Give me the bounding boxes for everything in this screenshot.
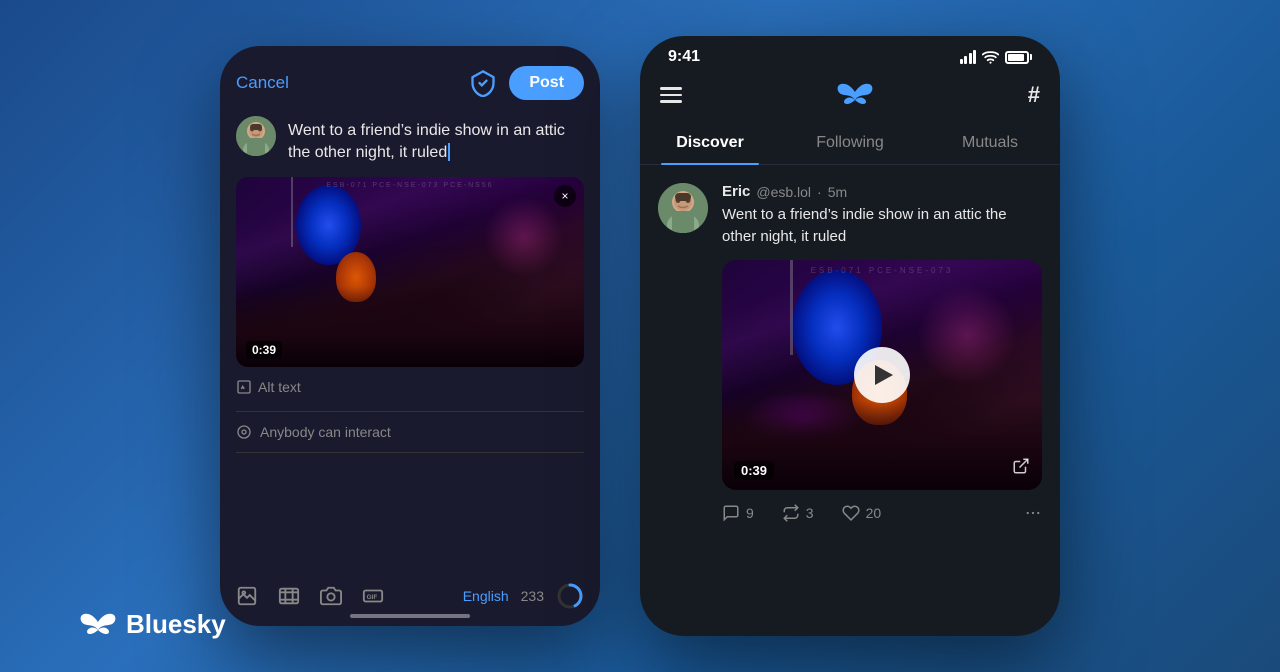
feed-tabs: Discover Following Mutuals bbox=[640, 122, 1060, 165]
close-media-button[interactable]: × bbox=[554, 185, 576, 207]
tweet-meta: Eric @esb.lol · 5m bbox=[722, 183, 1042, 200]
post-button[interactable]: Post bbox=[509, 66, 584, 100]
alt-text-label[interactable]: Alt text bbox=[258, 379, 301, 395]
more-options-button[interactable] bbox=[1024, 504, 1042, 522]
status-bar: 9:41 bbox=[640, 36, 1060, 72]
compose-text-content[interactable]: Went to a friend’s indie show in an atti… bbox=[288, 116, 584, 165]
comment-icon bbox=[722, 504, 740, 522]
tweet-actions: 9 3 2 bbox=[722, 492, 1042, 526]
tab-discover[interactable]: Discover bbox=[640, 122, 780, 164]
language-button[interactable]: English bbox=[463, 588, 509, 604]
menu-button[interactable] bbox=[660, 87, 682, 103]
comment-action[interactable]: 9 bbox=[722, 504, 754, 522]
comment-count: 9 bbox=[746, 505, 754, 521]
progress-ring bbox=[556, 582, 584, 610]
status-time: 9:41 bbox=[668, 48, 700, 66]
repost-action[interactable]: 3 bbox=[782, 504, 814, 522]
home-indicator bbox=[350, 614, 470, 618]
author-avatar bbox=[236, 116, 276, 156]
explore-button[interactable]: # bbox=[1028, 82, 1040, 108]
feed-phone: 9:41 bbox=[640, 36, 1060, 636]
svg-text:GIF: GIF bbox=[367, 594, 378, 601]
battery-icon bbox=[1005, 51, 1032, 64]
alt-text-icon bbox=[236, 379, 252, 395]
bluesky-logo bbox=[837, 80, 873, 110]
tweet-author-handle: @esb.lol bbox=[756, 184, 811, 200]
interact-label[interactable]: Anybody can interact bbox=[260, 424, 391, 440]
tweet-card: Eric @esb.lol · 5m Went to a friend’s in… bbox=[640, 169, 1060, 540]
tweet-video[interactable]: ESB-071 PCE-NSE-073 0:39 bbox=[722, 260, 1042, 490]
interact-icon bbox=[236, 424, 252, 440]
tweet-author-avatar[interactable] bbox=[658, 183, 708, 233]
like-icon bbox=[842, 504, 860, 522]
wifi-icon bbox=[982, 50, 999, 64]
media-toolbar-icons: GIF bbox=[236, 585, 384, 607]
tweet-text: Went to a friend’s indie show in an atti… bbox=[722, 204, 1042, 248]
toolbar-right: English 233 bbox=[463, 582, 584, 610]
tweet-content: Eric @esb.lol · 5m Went to a friend’s in… bbox=[722, 183, 1042, 526]
char-count: 233 bbox=[521, 588, 544, 604]
bluesky-brand: Bluesky bbox=[80, 609, 226, 640]
header-icons: Post bbox=[469, 66, 584, 100]
tweet-time: 5m bbox=[828, 184, 847, 200]
tweet-dot: · bbox=[817, 184, 822, 200]
compose-toolbar: GIF English 233 bbox=[236, 570, 584, 610]
repost-count: 3 bbox=[806, 505, 814, 521]
signal-icon bbox=[960, 50, 977, 64]
tab-mutuals[interactable]: Mutuals bbox=[920, 122, 1060, 164]
more-icon bbox=[1024, 504, 1042, 522]
media-preview: ESB-071 PCE-NSE-073 PCE-NS56 0:39 × bbox=[236, 177, 584, 367]
image-toolbar-icon[interactable] bbox=[236, 585, 258, 607]
share-video-icon[interactable] bbox=[1012, 457, 1030, 480]
video-timestamp-right: 0:39 bbox=[734, 461, 774, 480]
shield-icon[interactable] bbox=[469, 69, 497, 97]
like-action[interactable]: 20 bbox=[842, 504, 882, 522]
compose-phone: Cancel Post bbox=[220, 46, 600, 626]
brand-butterfly-icon bbox=[80, 610, 116, 640]
like-count: 20 bbox=[866, 505, 882, 521]
tweet-author-name: Eric bbox=[722, 183, 750, 200]
tab-following[interactable]: Following bbox=[780, 122, 920, 164]
video-timestamp-left: 0:39 bbox=[246, 341, 282, 359]
alt-text-row: Alt text bbox=[236, 379, 584, 395]
gif-toolbar-icon[interactable]: GIF bbox=[362, 585, 384, 607]
play-button[interactable] bbox=[854, 347, 910, 403]
compose-header: Cancel Post bbox=[236, 66, 584, 100]
cancel-button[interactable]: Cancel bbox=[236, 73, 289, 93]
compose-body: Went to a friend’s indie show in an atti… bbox=[236, 116, 584, 165]
repost-icon bbox=[782, 504, 800, 522]
status-icons bbox=[960, 50, 1033, 64]
camera-toolbar-icon[interactable] bbox=[320, 585, 342, 607]
interact-settings-row: Anybody can interact bbox=[236, 411, 584, 453]
brand-name: Bluesky bbox=[126, 609, 226, 640]
app-header: # bbox=[640, 72, 1060, 122]
video-toolbar-icon[interactable] bbox=[278, 585, 300, 607]
